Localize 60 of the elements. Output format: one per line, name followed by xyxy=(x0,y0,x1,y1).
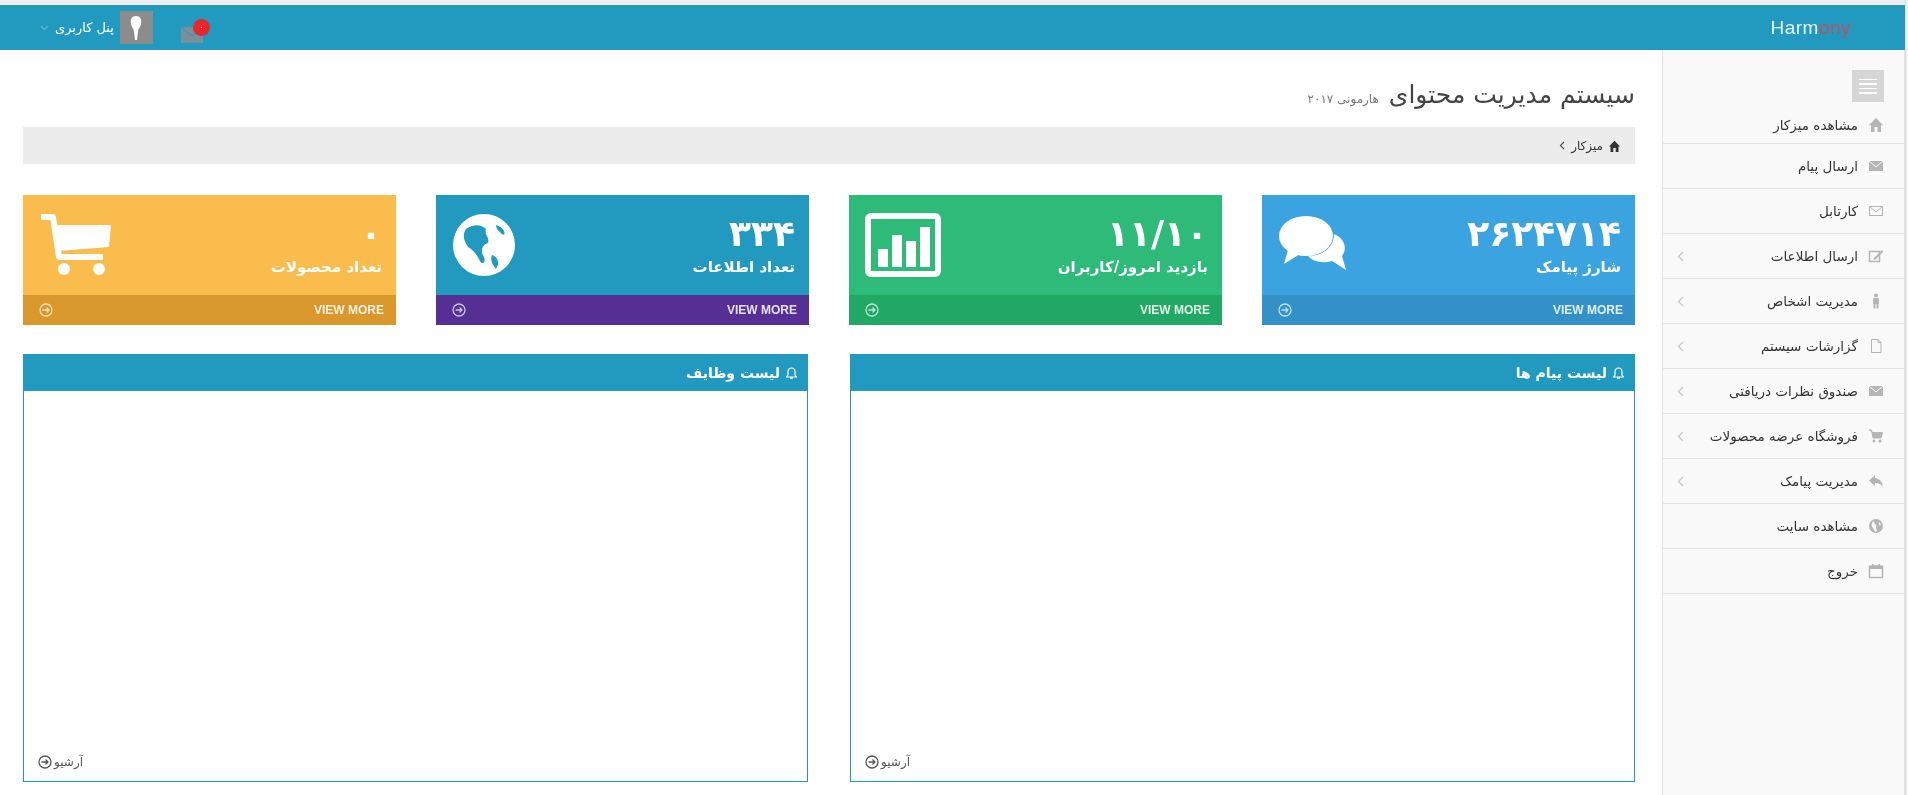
view-more-link[interactable]: VIEW MORE xyxy=(727,303,797,317)
menu-item-icon xyxy=(1868,203,1884,219)
arrow-circle-icon xyxy=(1278,303,1292,317)
arrow-circle-icon xyxy=(39,303,53,317)
menu-item-icon xyxy=(1868,116,1884,133)
globe-icon xyxy=(452,213,516,277)
stat-value: ۲۶۲۴۷۱۴ xyxy=(1467,214,1621,254)
stat-label: تعداد محصولات xyxy=(270,257,382,276)
menu-item-icon xyxy=(1868,338,1884,354)
panel-title: لیست پیام ها xyxy=(1515,365,1607,381)
bar-chart-icon xyxy=(865,213,941,277)
chevron-icon xyxy=(1677,430,1684,442)
arrow-circle-icon xyxy=(38,755,52,769)
archive-link[interactable]: آرشیو xyxy=(865,755,910,769)
chevron-icon xyxy=(1559,141,1566,150)
sidebar-item[interactable]: مشاهده سایت xyxy=(1663,504,1904,549)
sidebar-item[interactable]: خروج xyxy=(1663,549,1904,594)
chevron-icon xyxy=(40,24,49,31)
home-icon xyxy=(1608,139,1621,152)
sidebar-item[interactable]: صندوق نظرات دریافتی xyxy=(1663,369,1904,414)
menu-item-icon xyxy=(1868,158,1884,174)
chevron-icon xyxy=(1677,385,1684,397)
sidebar-item[interactable]: مشاهده میزکار xyxy=(1663,106,1904,144)
arrow-circle-icon xyxy=(452,303,466,317)
sidebar-item[interactable]: ارسال اطلاعات xyxy=(1663,234,1904,279)
stat-value: ۰ xyxy=(359,214,382,254)
sidebar-item[interactable]: کارتابل xyxy=(1663,189,1904,234)
sidebar-item[interactable]: مدیریت پیامک xyxy=(1663,459,1904,504)
menu-item-icon xyxy=(1868,563,1884,579)
sidebar-item[interactable]: مدیریت اشخاص xyxy=(1663,279,1904,324)
stat-label: تعداد اطلاعات xyxy=(692,257,795,276)
stat-label: بازدید امروز/کاربران xyxy=(1057,257,1208,276)
page-title: سیستم مدیریت محتوای xyxy=(1388,80,1635,109)
panel-title: لیست وظایف xyxy=(686,365,780,381)
chevron-icon xyxy=(1677,295,1684,307)
menu-item-icon xyxy=(1868,518,1884,534)
stat-value: ۱۱/۱۰ xyxy=(1105,214,1208,254)
menu-item-icon xyxy=(1868,383,1884,399)
menu-item-icon xyxy=(1868,428,1884,444)
logo: Harmony xyxy=(1770,16,1851,39)
breadcrumb-link[interactable]: میزکار xyxy=(1571,138,1621,153)
bell-icon xyxy=(1613,366,1624,380)
bell-icon xyxy=(786,366,797,380)
menu-item-icon xyxy=(1868,248,1884,264)
avatar-icon xyxy=(119,11,153,44)
arrow-circle-icon xyxy=(865,755,879,769)
archive-link[interactable]: آرشیو xyxy=(38,755,83,769)
sidebar-item[interactable]: ارسال پیام xyxy=(1663,144,1904,189)
arrow-circle-icon xyxy=(865,303,879,317)
menu-button[interactable] xyxy=(1852,70,1884,102)
stat-label: شارژ پیامک xyxy=(1535,257,1621,276)
sidebar-item[interactable]: فروشگاه عرضه محصولات xyxy=(1663,414,1904,459)
sidebar-item[interactable]: گزارشات سیستم xyxy=(1663,324,1904,369)
stat-value: ۳۳۴ xyxy=(728,214,795,254)
notification-badge: ۰ xyxy=(192,18,210,36)
chevron-icon xyxy=(1677,340,1684,352)
page-subtitle: هارمونی ۲۰۱۷ xyxy=(1307,92,1379,106)
chevron-icon xyxy=(1677,250,1684,262)
chevron-icon xyxy=(1677,475,1684,487)
menu-item-icon xyxy=(1868,473,1884,489)
